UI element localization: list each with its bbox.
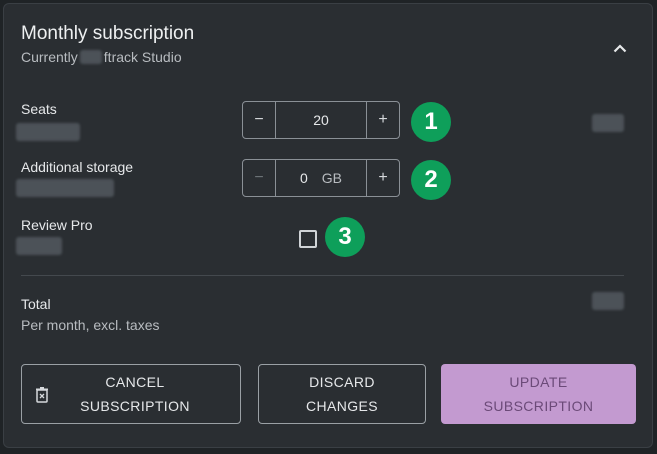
update-button-line2: SUBSCRIPTION xyxy=(483,398,594,414)
discard-button-line2: CHANGES xyxy=(305,398,379,414)
discard-button-line1: DISCARD xyxy=(309,374,375,390)
storage-price-detail-redacted xyxy=(16,179,114,197)
seats-label: Seats xyxy=(21,101,57,117)
seats-stepper: − 20 + xyxy=(242,101,400,139)
seats-value[interactable]: 20 xyxy=(275,102,367,138)
card-title: Monthly subscription xyxy=(21,23,195,44)
total-sublabel: Per month, excl. taxes xyxy=(21,317,160,333)
storage-label: Additional storage xyxy=(21,159,134,175)
section-divider xyxy=(21,275,624,276)
review-pro-label: Review Pro xyxy=(21,217,93,233)
current-plan-text: Currently ftrack Studio xyxy=(21,49,182,65)
storage-decrement-button[interactable]: − xyxy=(243,160,275,196)
subtitle-prefix: Currently xyxy=(21,49,78,65)
cancel-subscription-button[interactable]: CANCEL SUBSCRIPTION xyxy=(21,364,241,424)
update-button-line1: UPDATE xyxy=(509,374,568,390)
seats-price-detail-redacted xyxy=(16,123,80,141)
callout-badge-1: 1 xyxy=(411,102,451,142)
seats-price-redacted xyxy=(592,114,624,132)
callout-badge-2: 2 xyxy=(411,160,451,200)
storage-value-text: 0 xyxy=(299,170,308,186)
subtitle-suffix: ftrack Studio xyxy=(103,49,182,65)
storage-unit: GB xyxy=(321,170,343,186)
collapse-button[interactable] xyxy=(606,34,634,62)
trash-icon xyxy=(36,387,48,403)
cancel-button-line1: CANCEL xyxy=(105,374,165,390)
subscription-card: Monthly subscription Currently ftrack St… xyxy=(3,3,653,448)
seats-increment-button[interactable]: + xyxy=(367,102,399,138)
seats-decrement-button[interactable]: − xyxy=(243,102,275,138)
callout-badge-3: 3 xyxy=(325,217,365,257)
review-pro-checkbox[interactable] xyxy=(299,230,317,248)
storage-value[interactable]: 0 GB xyxy=(275,160,367,196)
storage-increment-button[interactable]: + xyxy=(367,160,399,196)
cancel-button-line2: SUBSCRIPTION xyxy=(80,398,190,414)
review-pro-price-detail-redacted xyxy=(16,237,62,255)
discard-changes-button[interactable]: DISCARD CHANGES xyxy=(258,364,426,424)
seats-value-text: 20 xyxy=(313,112,329,128)
storage-stepper: − 0 GB + xyxy=(242,159,400,197)
total-price-redacted xyxy=(592,292,624,310)
update-subscription-button[interactable]: UPDATE SUBSCRIPTION xyxy=(441,364,636,424)
chevron-up-icon xyxy=(613,43,627,52)
redacted-plan-name xyxy=(79,50,102,64)
total-label: Total xyxy=(21,296,51,312)
